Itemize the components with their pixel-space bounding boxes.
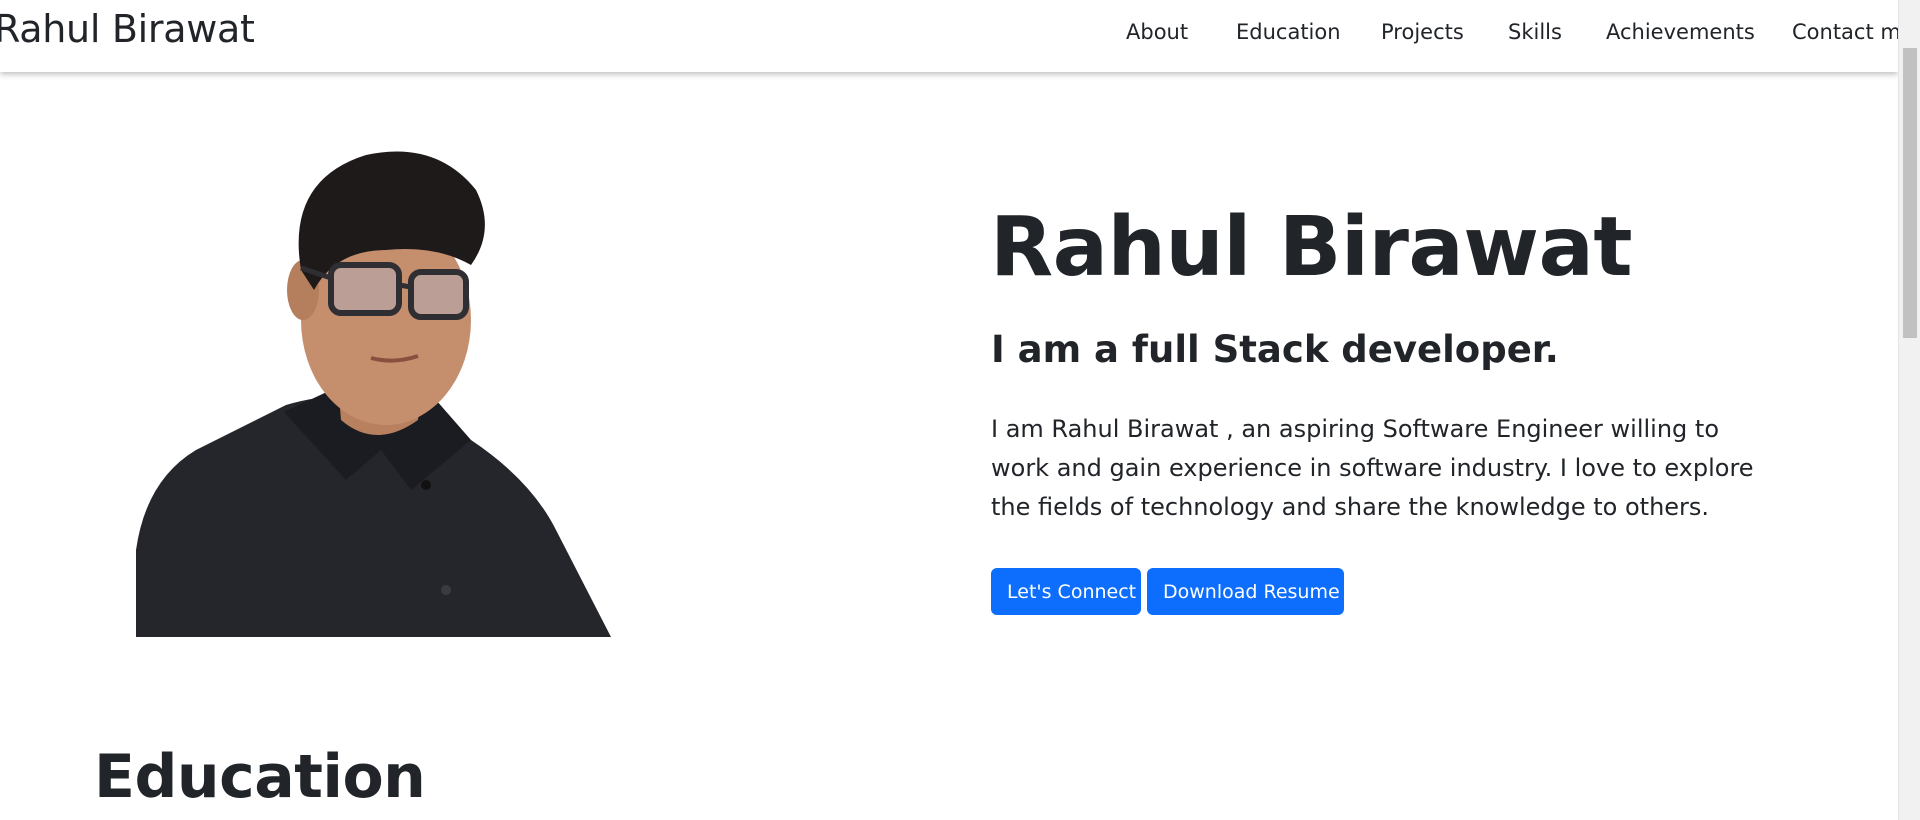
nav-links: About Education Projects Skills Achievem… bbox=[0, 20, 1914, 50]
nav-link-projects[interactable]: Projects bbox=[1381, 20, 1464, 44]
hero-description: I am Rahul Birawat , an aspiring Softwar… bbox=[991, 415, 1754, 521]
scrollbar-thumb[interactable] bbox=[1903, 48, 1917, 338]
hero-title: Rahul Birawat bbox=[990, 200, 1633, 295]
page-scrollbar[interactable] bbox=[1898, 0, 1920, 820]
hero-subtitle: I am a full Stack developer. bbox=[991, 328, 1559, 371]
nav-link-education[interactable]: Education bbox=[1236, 20, 1341, 44]
navbar: Rahul Birawat About Education Projects S… bbox=[0, 0, 1914, 72]
nav-link-skills[interactable]: Skills bbox=[1508, 20, 1562, 44]
nav-link-about[interactable]: About bbox=[1126, 20, 1188, 44]
nav-link-achievements[interactable]: Achievements bbox=[1606, 20, 1755, 44]
education-heading: Education bbox=[94, 742, 426, 812]
lets-connect-button[interactable]: Let's Connect bbox=[991, 568, 1141, 615]
download-resume-button[interactable]: Download Resume bbox=[1147, 568, 1344, 615]
profile-photo bbox=[136, 150, 611, 637]
nav-link-contact[interactable]: Contact me bbox=[1792, 20, 1914, 44]
